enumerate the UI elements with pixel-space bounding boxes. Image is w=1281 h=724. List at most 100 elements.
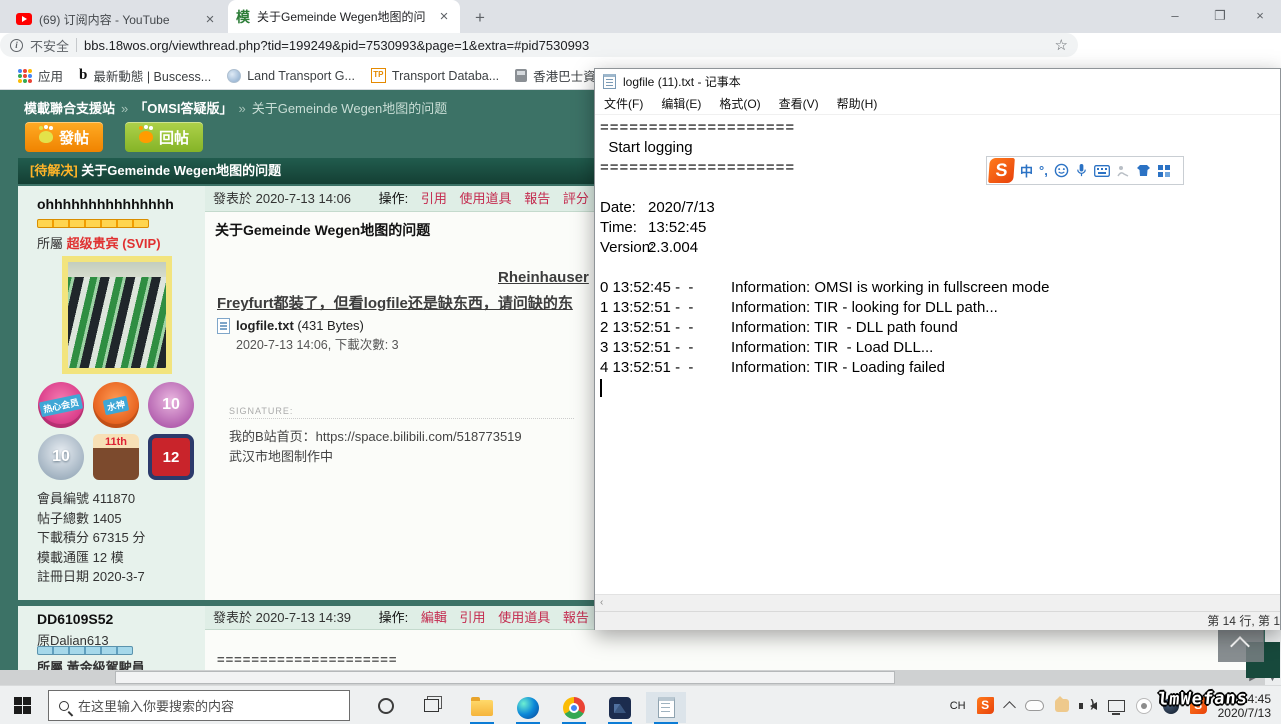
action-use-item[interactable]: 使用道具 [498,610,550,625]
start-button[interactable] [14,697,31,714]
tab-close-icon[interactable]: × [202,11,218,28]
action-quote[interactable]: 引用 [421,191,447,206]
soft-keyboard-icon[interactable] [1093,164,1110,177]
file-explorer-icon [471,696,493,716]
bookmark-label: Transport Databa... [391,68,500,83]
cursor-position-label: 第 14 行, 第 1 [1207,614,1280,628]
bookmark-land-transport[interactable]: Land Transport G... [223,68,359,83]
menu-help[interactable]: 帮助(H) [837,95,878,112]
reply-button[interactable]: 回帖 [125,122,204,152]
bookmark-transport-database[interactable]: TP Transport Databa... [367,68,503,83]
log-line: Date: 2020/7/13 [600,199,715,216]
notepad-text-area[interactable]: ==================== Start logging =====… [595,115,1280,594]
toolbox-icon[interactable] [1157,164,1171,178]
taskbar-notepad[interactable] [646,692,686,724]
badge-warm-member: 热心会员 [38,382,84,428]
search-placeholder: 在这里输入你要搜索的内容 [78,699,235,714]
post1-author-name[interactable]: ohhhhhhhhhhhhhhh [37,196,174,212]
bookmark-buscess[interactable]: b 最新動態 | Buscess... [75,66,215,85]
bookmark-star-icon[interactable]: ☆ [1055,36,1068,54]
scrollbar-thumb[interactable] [115,671,895,684]
attachment-filename[interactable]: logfile.txt [236,318,294,333]
menu-edit[interactable]: 编辑(E) [661,95,701,112]
page-horizontal-scrollbar[interactable]: ▶ [0,670,1265,685]
tab-forum-thread[interactable]: 模 关于Gemeinde Wegen地图的问 × [228,0,460,33]
attachment-file-icon [217,318,230,334]
tp-logo-icon: TP [370,68,386,83]
bookmark-hk-bus[interactable]: 香港巴士資 [511,66,600,85]
action-report[interactable]: 報告 [563,610,589,625]
sogou-tray-icon[interactable]: S [976,697,994,714]
tray-app-light-icon[interactable] [1135,697,1152,714]
sogou-logo-icon[interactable]: S [988,158,1015,183]
breadcrumb-site[interactable]: 模載聯合支援站 [24,101,115,116]
forum-favicon-icon: 模 [236,8,250,25]
ime-toolbar[interactable]: S 中 °, [986,156,1184,185]
actions-label: 操作: [378,191,409,206]
tab-youtube[interactable]: (69) 订阅内容 - YouTube × [8,5,226,33]
onedrive-icon[interactable] [1024,700,1044,711]
post1-title: 关于Gemeinde Wegen地图的问题 [215,222,431,238]
breadcrumb-thread: 关于Gemeinde Wegen地图的问题 [251,101,448,116]
notepad-horizontal-scrollbar[interactable]: ‹ [595,594,1280,611]
bookmark-label: 应用 [38,70,64,84]
menu-format[interactable]: 格式(O) [719,95,760,112]
site-info-icon[interactable]: i [10,38,23,52]
url-text[interactable]: bbs.18wos.org/viewthread.php?tid=199249&… [84,38,1048,53]
emoji-icon[interactable] [1054,163,1069,178]
notepad-taskbar-icon [657,697,675,718]
bookmark-apps[interactable]: 应用 [14,66,67,85]
tab-title: 关于Gemeinde Wegen地图的问 [257,10,426,24]
post1-date: 發表於 2020-7-13 14:06 [213,191,352,206]
breadcrumb-board[interactable]: 「OMSI答疑版」 [134,101,232,116]
network-icon[interactable] [1107,699,1125,715]
skin-icon[interactable] [1136,164,1151,177]
notepad-menu-bar: 文件(F) 编辑(E) 格式(O) 查看(V) 帮助(H) [595,93,1280,115]
handwriting-icon[interactable] [1116,164,1130,178]
menu-view[interactable]: 查看(V) [779,95,819,112]
tab-close-icon[interactable]: × [436,8,452,25]
attachment-name[interactable]: logfile.txt (431 Bytes) [236,318,364,333]
action-use-item[interactable]: 使用道具 [460,191,512,206]
pet-app-icon[interactable] [1054,696,1069,712]
action-quote[interactable]: 引用 [460,610,486,625]
taskbar-search-box[interactable]: 在这里输入你要搜索的内容 [48,690,350,721]
taskbar-app-dark[interactable] [600,692,640,724]
action-rate[interactable]: 評分 [563,191,589,206]
new-tab-button[interactable]: + [470,8,490,28]
cortana-button[interactable] [378,698,394,714]
task-view-button[interactable] [424,699,439,712]
notepad-title-bar[interactable]: logfile (11).txt - 记事本 [595,69,1280,93]
signature-line[interactable]: 我的B站首页：https://space.bilibili.com/518773… [229,426,522,445]
stat-row: 模載通匯 12 模 [37,549,124,565]
voice-input-icon[interactable] [1075,163,1088,178]
post1-body-line2[interactable]: Freyfurt都装了，但看logfile还是缺东西，请问缺的东 [217,292,573,313]
menu-file[interactable]: 文件(F) [604,95,643,112]
hidden-icons-chevron[interactable] [1002,701,1016,714]
scroll-left-icon[interactable]: ‹ [600,597,603,608]
new-post-button[interactable]: 發帖 [25,122,104,152]
browser-toolbar: ← → ⟳ i 不安全 bbs.18wos.org/viewthread.php… [0,33,1281,94]
address-bar[interactable]: i 不安全 bbs.18wos.org/viewthread.php?tid=1… [0,33,1078,57]
language-indicator[interactable]: CH [950,700,966,712]
stat-row: 帖子總數 1405 [37,510,122,526]
window-minimize-button[interactable]: – [1160,3,1190,29]
punctuation-mode-icon[interactable]: °, [1039,163,1048,178]
badge-10-silver: 10 [38,434,84,480]
b-logo-icon: b [79,67,88,83]
chinese-mode-icon[interactable]: 中 [1020,161,1033,180]
new-post-label: 發帖 [59,129,90,147]
taskbar-chrome[interactable] [554,692,594,724]
taskbar-file-explorer[interactable] [462,692,502,724]
back-to-top-button[interactable] [1218,628,1264,662]
post2-author-name[interactable]: DD6109S52 [37,611,113,627]
volume-icon[interactable] [1078,698,1097,710]
post1-avatar[interactable] [62,256,172,374]
action-edit[interactable]: 編輯 [421,610,447,625]
window-restore-button[interactable]: ❐ [1205,3,1235,29]
action-report[interactable]: 報告 [524,191,550,206]
post1-body-line1[interactable]: Rheinhauser [498,269,589,286]
post1-user-stats: 會員編號 411870 帖子總數 1405 下載積分 67315 分 模載通匯 … [37,489,145,587]
window-close-button[interactable]: × [1245,3,1275,29]
taskbar-edge[interactable] [508,692,548,724]
